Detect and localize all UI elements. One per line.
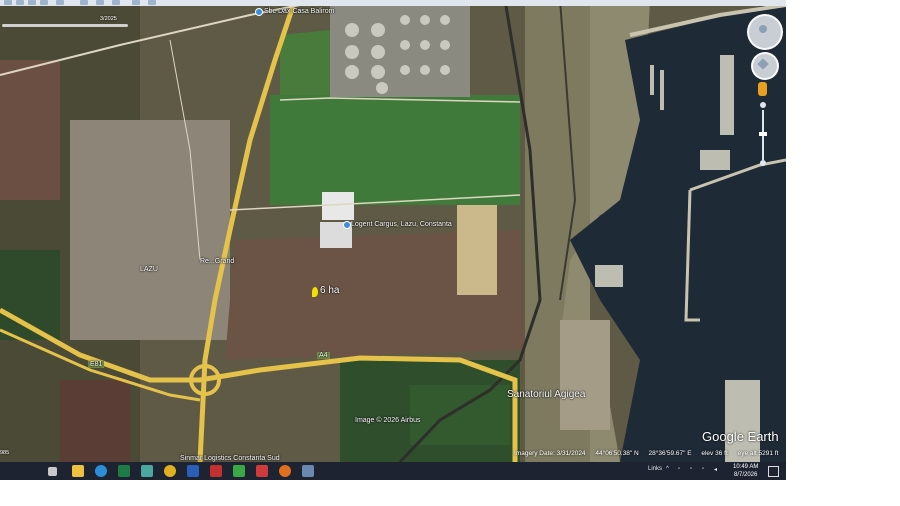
excel-icon[interactable]	[118, 465, 130, 477]
latitude-readout: 44°06'50.38" N	[595, 450, 639, 457]
eye-altitude-readout: eye alt 5291 ft	[737, 450, 779, 457]
look-joystick-center-icon[interactable]	[759, 25, 767, 33]
corner-readout: 985	[0, 450, 10, 456]
place-pin-icon[interactable]	[255, 8, 263, 16]
toolbar-button-1-icon[interactable]	[4, 0, 12, 5]
warehouse-pin-icon[interactable]	[343, 221, 351, 229]
app-icon[interactable]	[141, 465, 153, 477]
time-slider-track[interactable]	[2, 24, 128, 27]
zoom-slider-handle[interactable]	[759, 132, 767, 136]
chevron-up-icon[interactable]: ^	[666, 466, 669, 472]
toolbar	[0, 0, 786, 6]
file-explorer-icon[interactable]	[72, 465, 84, 477]
time-slider-label: 3/2025	[100, 16, 117, 22]
zoom-out-icon[interactable]	[760, 160, 766, 166]
acrobat2-icon[interactable]	[256, 465, 268, 477]
sanatorium-label[interactable]: Sanatoriul Agigea	[507, 389, 585, 400]
toolbar-button-2-icon[interactable]	[16, 0, 24, 5]
navigation-controls	[744, 12, 786, 172]
acrobat-icon[interactable]	[210, 465, 222, 477]
zoom-in-icon[interactable]	[760, 102, 766, 108]
task-view-icon[interactable]	[48, 467, 57, 476]
bottom-place-label[interactable]: Sinmar Logistics Constanta Sud	[180, 455, 280, 462]
google-earth-logo: Google Earth	[702, 429, 779, 444]
edge-icon[interactable]	[95, 465, 107, 477]
tray-icon-1[interactable]: ▫	[678, 466, 680, 472]
word-icon[interactable]	[187, 465, 199, 477]
status-bar: Imagery Date: 3/31/2024 44°06'50.38" N 2…	[514, 450, 786, 460]
satellite-map[interactable]	[0, 0, 786, 462]
notifications-icon[interactable]	[768, 466, 779, 477]
toolbar-button-9-icon[interactable]	[132, 0, 140, 5]
image-credit: Image © 2026 Airbus	[355, 417, 421, 424]
toolbar-button-3-icon[interactable]	[28, 0, 36, 5]
toolbar-button-10-icon[interactable]	[148, 0, 156, 5]
field-area-label[interactable]: 6 ha	[320, 285, 339, 296]
town-label[interactable]: LAZU	[140, 266, 158, 273]
google-earth-window: Sbc Dax Casa Balirom Logent Cargus, Lazu…	[0, 0, 786, 480]
clock-time: 10:49 AM	[733, 464, 759, 470]
google-earth-icon[interactable]	[302, 465, 314, 477]
tray-icon-3[interactable]: ▫	[702, 466, 704, 472]
place-label-top[interactable]: Sbc Dax Casa Balirom	[264, 8, 334, 15]
placemark-pin-icon[interactable]	[312, 287, 318, 297]
toolbar-button-7-icon[interactable]	[96, 0, 104, 5]
system-clock[interactable]: 10:49 AM 8/7/2026	[733, 463, 758, 479]
hotel-label[interactable]: Re...Grand	[200, 258, 234, 265]
clock-date: 8/7/2026	[734, 472, 758, 478]
tray-icon-2[interactable]: ▫	[690, 466, 692, 472]
road-e81-label: E81	[88, 361, 105, 368]
chrome-icon[interactable]	[164, 465, 176, 477]
links-toolbar[interactable]: Links	[648, 466, 662, 472]
street-view-pegman-icon[interactable]	[758, 82, 767, 96]
toolbar-button-6-icon[interactable]	[80, 0, 88, 5]
warehouse-label[interactable]: Logent Cargus, Lazu, Constanta	[351, 221, 452, 228]
longitude-readout: 28°36'59.67" E	[648, 450, 692, 457]
windows-taskbar: Links ^ ▫ ▫ ▫ ◂ 10:49 AM 8/7/2026	[0, 462, 786, 480]
toolbar-button-4-icon[interactable]	[40, 0, 48, 5]
green-app-icon[interactable]	[233, 465, 245, 477]
firefox-icon[interactable]	[279, 465, 291, 477]
imagery-date: Imagery Date: 3/31/2024	[514, 450, 586, 457]
elevation-readout: elev 36 ft	[701, 450, 728, 457]
volume-icon[interactable]: ◂	[714, 466, 717, 473]
road-a4-label: A4	[317, 352, 330, 359]
toolbar-button-8-icon[interactable]	[112, 0, 120, 5]
toolbar-button-5-icon[interactable]	[56, 0, 64, 5]
historical-imagery-slider[interactable]: 3/2025	[0, 14, 132, 30]
